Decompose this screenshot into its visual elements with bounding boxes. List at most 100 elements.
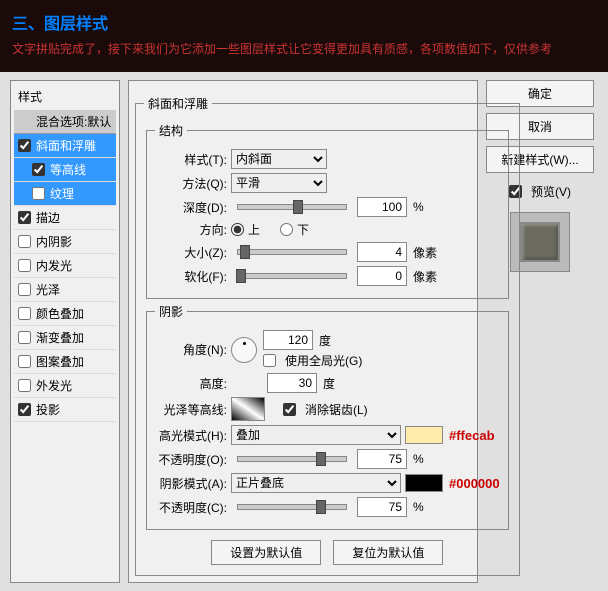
style-row-3[interactable]: 描边 [14, 206, 116, 230]
preview-swatch [520, 222, 560, 262]
layer-style-dialog: 样式 混合选项:默认 斜面和浮雕等高线纹理描边内阴影内发光光泽颜色叠加渐变叠加图… [0, 72, 608, 591]
hl-mode-select[interactable]: 叠加 [231, 425, 401, 445]
size-label: 大小(Z): [155, 244, 227, 261]
style-row-11[interactable]: 投影 [14, 398, 116, 422]
style-label: 样式(T): [155, 151, 227, 168]
style-checkbox[interactable] [32, 187, 45, 200]
technique-select[interactable]: 平滑 [231, 173, 327, 193]
style-select[interactable]: 内斜面 [231, 149, 327, 169]
style-label: 投影 [36, 401, 60, 418]
styles-panel-title: 样式 [14, 85, 116, 110]
style-row-4[interactable]: 内阴影 [14, 230, 116, 254]
angle-label: 角度(N): [155, 341, 227, 358]
antialias-label: 消除锯齿(L) [305, 401, 368, 418]
sh-mode-select[interactable]: 正片叠底 [231, 473, 401, 493]
altitude-label: 高度: [155, 375, 227, 392]
bevel-legend: 斜面和浮雕 [144, 95, 212, 112]
set-default-button[interactable]: 设置为默认值 [211, 540, 321, 565]
style-label: 外发光 [36, 377, 72, 394]
style-label: 描边 [36, 209, 60, 226]
style-row-10[interactable]: 外发光 [14, 374, 116, 398]
sh-opacity-label: 不透明度(C): [155, 499, 227, 516]
global-light-label: 使用全局光(G) [285, 352, 362, 369]
depth-input[interactable] [357, 197, 407, 217]
reset-default-button[interactable]: 复位为默认值 [333, 540, 443, 565]
style-label: 斜面和浮雕 [36, 137, 96, 154]
depth-slider[interactable] [237, 204, 347, 210]
soften-unit: 像素 [413, 268, 437, 285]
style-row-2[interactable]: 纹理 [14, 182, 116, 206]
hl-mode-label: 高光模式(H): [155, 427, 227, 444]
gloss-label: 光泽等高线: [155, 401, 227, 418]
style-checkbox[interactable] [18, 211, 31, 224]
style-label: 光泽 [36, 281, 60, 298]
altitude-input[interactable] [267, 373, 317, 393]
style-row-8[interactable]: 渐变叠加 [14, 326, 116, 350]
style-checkbox[interactable] [18, 283, 31, 296]
style-row-9[interactable]: 图案叠加 [14, 350, 116, 374]
hl-opacity-slider[interactable] [237, 456, 347, 462]
style-label: 等高线 [50, 161, 86, 178]
angle-dial[interactable] [231, 337, 257, 363]
altitude-unit: 度 [323, 375, 335, 392]
style-row-1[interactable]: 等高线 [14, 158, 116, 182]
direction-down-label: 下 [297, 221, 309, 238]
sh-opacity-unit: % [413, 500, 424, 514]
hl-color-swatch[interactable] [405, 426, 443, 444]
hl-opacity-unit: % [413, 452, 424, 466]
tutorial-header: 三、图层样式 文字拼贴完成了，接下来我们为它添加一些图层样式让它变得更加具有质感… [0, 0, 608, 72]
header-desc: 文字拼贴完成了，接下来我们为它添加一些图层样式让它变得更加具有质感，各项数值如下… [12, 40, 596, 58]
shading-legend: 阴影 [155, 303, 187, 320]
soften-label: 软化(F): [155, 268, 227, 285]
depth-label: 深度(D): [155, 199, 227, 216]
style-checkbox[interactable] [18, 379, 31, 392]
style-checkbox[interactable] [18, 139, 31, 152]
style-checkbox[interactable] [32, 163, 45, 176]
hl-opacity-input[interactable] [357, 449, 407, 469]
style-checkbox[interactable] [18, 331, 31, 344]
sh-color-note: #000000 [449, 476, 500, 491]
gloss-contour-picker[interactable] [231, 397, 265, 421]
global-light-checkbox[interactable] [263, 354, 276, 367]
style-row-5[interactable]: 内发光 [14, 254, 116, 278]
direction-down-radio[interactable] [280, 223, 293, 236]
style-checkbox[interactable] [18, 235, 31, 248]
sh-opacity-slider[interactable] [237, 504, 347, 510]
style-row-6[interactable]: 光泽 [14, 278, 116, 302]
blend-options-label: 混合选项:默认 [36, 113, 111, 130]
size-input[interactable] [357, 242, 407, 262]
size-unit: 像素 [413, 244, 437, 261]
style-label: 渐变叠加 [36, 329, 84, 346]
angle-unit: 度 [319, 332, 331, 349]
blend-options-row[interactable]: 混合选项:默认 [14, 110, 116, 134]
direction-up-label: 上 [248, 221, 260, 238]
style-label: 纹理 [50, 185, 74, 202]
antialias-checkbox[interactable] [283, 403, 296, 416]
style-checkbox[interactable] [18, 355, 31, 368]
style-checkbox[interactable] [18, 403, 31, 416]
structure-fieldset: 结构 样式(T): 内斜面 方法(Q): 平滑 深度(D): % 方向: [146, 122, 509, 299]
style-label: 内发光 [36, 257, 72, 274]
direction-label: 方向: [155, 221, 227, 238]
style-row-7[interactable]: 颜色叠加 [14, 302, 116, 326]
style-label: 内阴影 [36, 233, 72, 250]
depth-unit: % [413, 200, 424, 214]
size-slider[interactable] [237, 249, 347, 255]
styles-panel: 样式 混合选项:默认 斜面和浮雕等高线纹理描边内阴影内发光光泽颜色叠加渐变叠加图… [10, 80, 120, 583]
direction-up-radio[interactable] [231, 223, 244, 236]
sh-mode-label: 阴影模式(A): [155, 475, 227, 492]
structure-legend: 结构 [155, 122, 187, 139]
options-panel: 斜面和浮雕 结构 样式(T): 内斜面 方法(Q): 平滑 深度(D): % [128, 80, 478, 583]
preview-label: 预览(V) [531, 183, 571, 200]
style-checkbox[interactable] [18, 307, 31, 320]
sh-color-swatch[interactable] [405, 474, 443, 492]
angle-input[interactable] [263, 330, 313, 350]
hl-opacity-label: 不透明度(O): [155, 451, 227, 468]
bevel-fieldset: 斜面和浮雕 结构 样式(T): 内斜面 方法(Q): 平滑 深度(D): % [135, 95, 520, 576]
styles-list: 混合选项:默认 斜面和浮雕等高线纹理描边内阴影内发光光泽颜色叠加渐变叠加图案叠加… [14, 110, 116, 422]
soften-input[interactable] [357, 266, 407, 286]
style-checkbox[interactable] [18, 259, 31, 272]
style-row-0[interactable]: 斜面和浮雕 [14, 134, 116, 158]
sh-opacity-input[interactable] [357, 497, 407, 517]
soften-slider[interactable] [237, 273, 347, 279]
